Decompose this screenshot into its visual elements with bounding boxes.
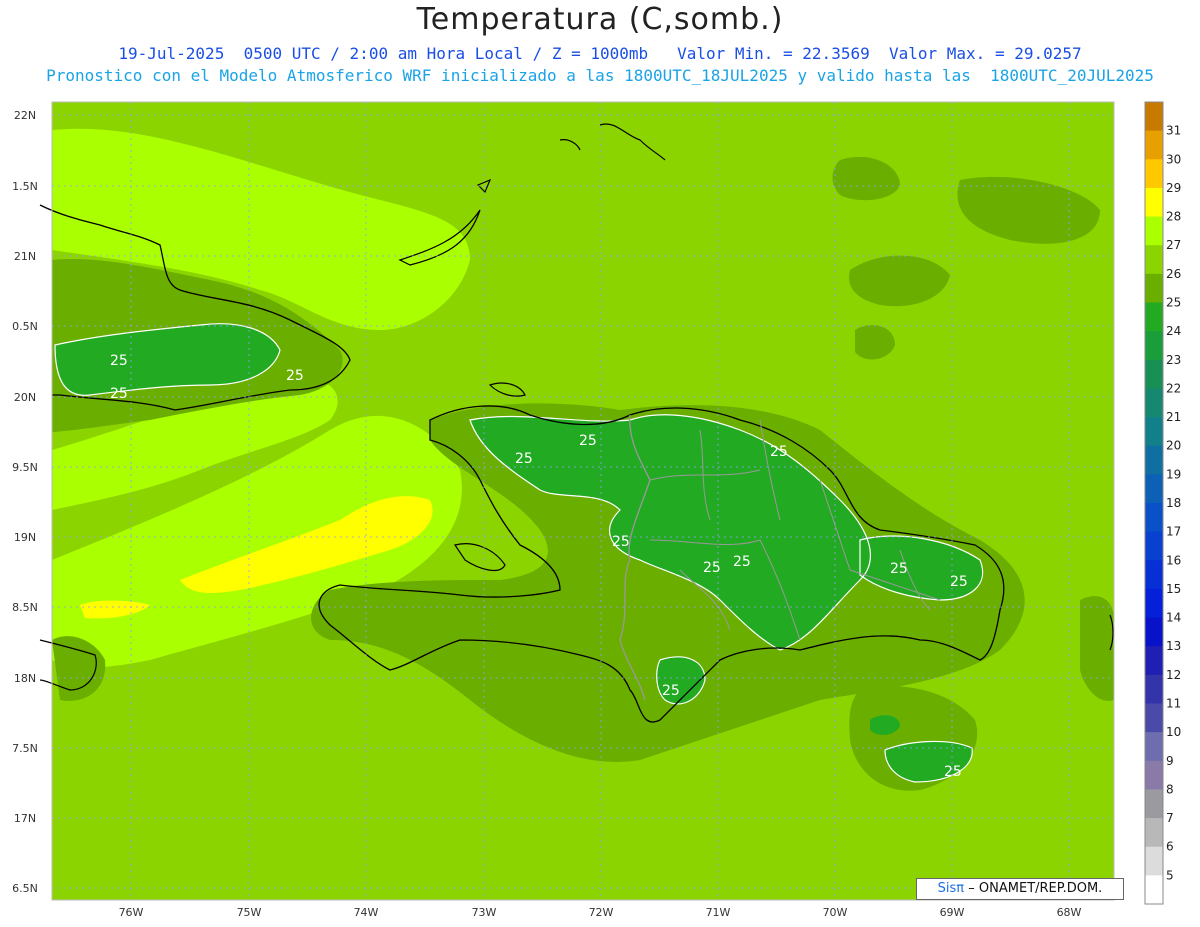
lon-label: 75W [237, 906, 262, 919]
colorbar-swatch [1145, 130, 1163, 160]
colorbar-label: 26 [1166, 267, 1181, 281]
colorbar-swatch [1145, 187, 1163, 218]
colorbar-label: 16 [1166, 553, 1181, 567]
lon-label: 70W [823, 906, 848, 919]
colorbar-swatch [1145, 359, 1163, 389]
colorbar-swatch [1145, 159, 1163, 189]
credit-box: Sisπ – ONAMET/REP.DOM. [916, 878, 1124, 900]
colorbar-label: 13 [1166, 639, 1181, 653]
colorbar-label: 8 [1166, 782, 1174, 796]
colorbar-swatch [1145, 674, 1163, 704]
credit-text: – ONAMET/REP.DOM. [968, 881, 1103, 896]
contour-label: 25 [110, 386, 128, 402]
colorbar-label: 23 [1166, 353, 1181, 367]
colorbar-label: 17 [1166, 525, 1181, 539]
lat-label: 22N [14, 109, 36, 122]
colorbar-label: 11 [1166, 697, 1181, 711]
colorbar-label: 24 [1166, 324, 1181, 338]
colorbar-swatch [1145, 617, 1163, 647]
contour-label: 25 [662, 683, 680, 699]
colorbar-label: 28 [1166, 210, 1181, 224]
colorbar-swatch [1145, 732, 1163, 762]
colorbar-swatch [1145, 302, 1163, 332]
contour-label: 25 [579, 433, 597, 449]
colorbar-label: 30 [1166, 152, 1181, 166]
colorbar-label: 15 [1166, 582, 1181, 596]
lon-label: 69W [940, 906, 965, 919]
lat-labels: 22N 1.5N 21N 0.5N 20N 9.5N 19N 8.5N 18N … [12, 109, 38, 895]
colorbar-swatch [1145, 216, 1163, 246]
colorbar-swatch [1145, 445, 1163, 475]
colorbar-label: 12 [1166, 668, 1181, 682]
colorbar: 31 30 29 28 27 26 25 24 23 22 21 20 19 18 17 16 15 14 13 12… [1144, 101, 1181, 905]
contour-label: 25 [515, 451, 533, 467]
contour-label: 25 [733, 554, 751, 570]
colorbar-swatch [1145, 503, 1163, 533]
colorbar-label: 6 [1166, 840, 1174, 854]
colorbar-label: 27 [1166, 238, 1181, 252]
temperature-map: 22N 1.5N 21N 0.5N 20N 9.5N 19N 8.5N 18N … [12, 101, 1181, 919]
colorbar-swatch [1145, 588, 1163, 619]
colorbar-swatch [1145, 818, 1163, 848]
colorbar-swatch [1145, 703, 1163, 733]
colorbar-swatch [1145, 760, 1163, 790]
contour-label: 25 [612, 534, 630, 550]
contour-label: 25 [703, 560, 721, 576]
colorbar-swatch [1145, 789, 1163, 819]
contour-label: 25 [890, 561, 908, 577]
colorbar-swatch [1145, 646, 1163, 676]
colorbar-swatch [1145, 273, 1163, 303]
lat-label: 7.5N [12, 742, 38, 755]
lon-label: 72W [589, 906, 614, 919]
sis-logo-text: Sisπ [937, 881, 965, 896]
colorbar-swatch [1145, 846, 1163, 876]
colorbar-label: 19 [1166, 467, 1181, 481]
colorbar-swatch [1145, 102, 1163, 132]
colorbar-label: 21 [1166, 410, 1181, 424]
colorbar-label: 20 [1166, 439, 1181, 453]
lat-label: 1.5N [12, 180, 38, 193]
colorbar-label: 22 [1166, 381, 1181, 395]
colorbar-label: 31 [1166, 124, 1181, 138]
lon-label: 73W [472, 906, 497, 919]
colorbar-label: 7 [1166, 811, 1174, 825]
lat-label: 8.5N [12, 601, 38, 614]
lon-label: 68W [1057, 906, 1082, 919]
contour-label: 25 [950, 574, 968, 590]
lon-label: 71W [706, 906, 731, 919]
lat-label: 9.5N [12, 461, 38, 474]
lat-label: 6.5N [12, 882, 38, 895]
colorbar-swatch [1145, 245, 1163, 275]
lat-label: 18N [14, 672, 36, 685]
lon-label: 76W [119, 906, 144, 919]
colorbar-swatch [1145, 875, 1163, 905]
colorbar-label: 29 [1166, 181, 1181, 195]
lat-label: 21N [14, 250, 36, 263]
lon-label: 74W [354, 906, 379, 919]
colorbar-label: 5 [1166, 868, 1174, 882]
colorbar-swatch [1145, 388, 1163, 418]
colorbar-swatch [1145, 531, 1163, 561]
lat-label: 20N [14, 391, 36, 404]
colorbar-label: 9 [1166, 754, 1174, 768]
contour-label: 25 [286, 368, 304, 384]
lon-labels: 76W 75W 74W 73W 72W 71W 70W 69W 68W [119, 906, 1082, 919]
colorbar-swatch [1145, 474, 1163, 504]
contour-label: 25 [110, 353, 128, 369]
colorbar-swatch [1145, 417, 1163, 447]
colorbar-swatch [1145, 331, 1163, 361]
colorbar-label: 25 [1166, 296, 1181, 310]
lat-label: 17N [14, 812, 36, 825]
contour-label: 25 [770, 444, 788, 460]
colorbar-swatch [1145, 560, 1163, 590]
colorbar-label: 10 [1166, 725, 1181, 739]
contour-label: 25 [944, 764, 962, 780]
lat-label: 0.5N [12, 320, 38, 333]
colorbar-label: 18 [1166, 496, 1181, 510]
lat-label: 19N [14, 531, 36, 544]
colorbar-label: 14 [1166, 611, 1181, 625]
